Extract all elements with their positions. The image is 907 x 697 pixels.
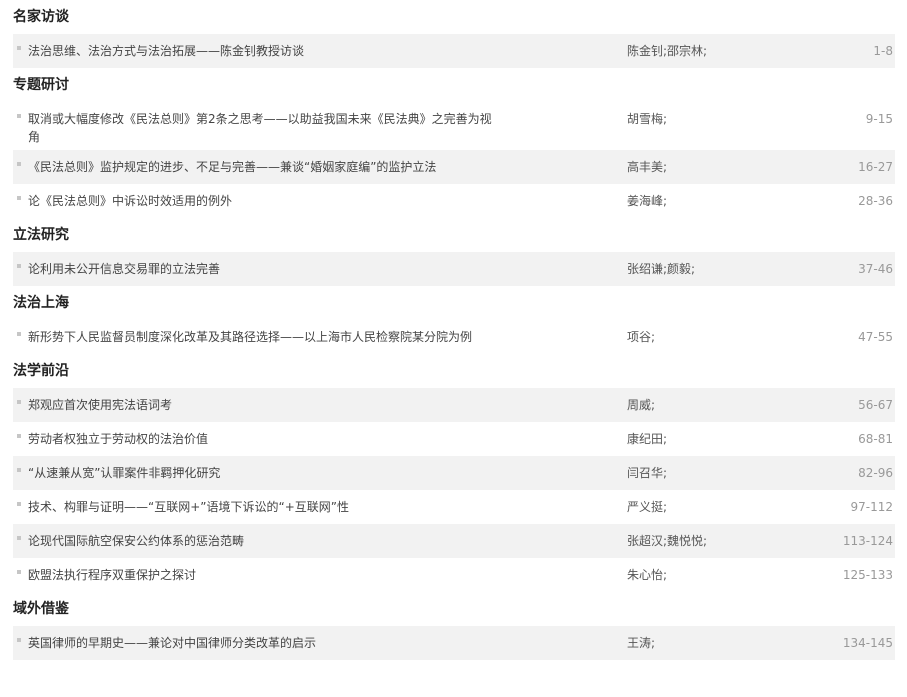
- article-row[interactable]: 论利用未公开信息交易罪的立法完善 张绍谦;颜毅; 37-46: [13, 252, 895, 286]
- article-authors[interactable]: 胡雪梅;: [627, 110, 667, 128]
- article-pages: 125-133: [842, 568, 893, 582]
- bullet-icon: [17, 46, 21, 50]
- article-authors[interactable]: 闫召华;: [627, 464, 667, 482]
- article-title-link[interactable]: 英国律师的早期史——兼论对中国律师分类改革的启示: [28, 634, 498, 652]
- article-authors[interactable]: 康纪田;: [627, 430, 667, 448]
- article-row[interactable]: 新形势下人民监督员制度深化改革及其路径选择——以上海市人民检察院某分院为例 项谷;…: [13, 320, 895, 354]
- article-row[interactable]: 《民法总则》监护规定的进步、不足与完善——兼谈“婚姻家庭编”的监护立法 高丰美; 1…: [13, 150, 895, 184]
- article-title-link[interactable]: “从速兼从宽”认罪案件非羁押化研究: [28, 464, 498, 482]
- article-title-link[interactable]: 技术、构罪与证明——“互联网+”语境下诉讼的“+互联网”性: [28, 498, 498, 516]
- bullet-icon: [17, 114, 21, 118]
- article-pages: 56-67: [858, 398, 893, 412]
- article-pages: 134-145: [842, 636, 893, 650]
- section-title: 域外借鉴: [13, 601, 69, 617]
- section-title: 法学前沿: [13, 363, 69, 379]
- article-row[interactable]: 欧盟法执行程序双重保护之探讨 朱心怡; 125-133: [13, 558, 895, 592]
- article-authors[interactable]: 张超汉;魏悦悦;: [627, 532, 707, 550]
- article-authors[interactable]: 朱心怡;: [627, 566, 667, 584]
- article-authors[interactable]: 姜海峰;: [627, 192, 667, 210]
- article-authors[interactable]: 高丰美;: [627, 158, 667, 176]
- bullet-icon: [17, 332, 21, 336]
- section-title: 专题研讨: [13, 77, 69, 93]
- article-pages: 113-124: [842, 534, 893, 548]
- article-pages: 97-112: [850, 500, 893, 514]
- section-title: 立法研究: [13, 227, 69, 243]
- article-pages: 47-55: [858, 330, 893, 344]
- article-row[interactable]: 论现代国际航空保安公约体系的惩治范畴 张超汉;魏悦悦; 113-124: [13, 524, 895, 558]
- article-row[interactable]: 劳动者权独立于劳动权的法治价值 康纪田; 68-81: [13, 422, 895, 456]
- article-row[interactable]: 技术、构罪与证明——“互联网+”语境下诉讼的“+互联网”性 严义挺; 97-112: [13, 490, 895, 524]
- bullet-icon: [17, 570, 21, 574]
- bullet-icon: [17, 264, 21, 268]
- article-pages: 82-96: [858, 466, 893, 480]
- article-authors[interactable]: 周威;: [627, 396, 655, 414]
- article-row[interactable]: 法治思维、法治方式与法治拓展——陈金钊教授访谈 陈金钊;邵宗林; 1-8: [13, 34, 895, 68]
- article-title-link[interactable]: 论利用未公开信息交易罪的立法完善: [28, 260, 498, 278]
- article-title-link[interactable]: 论《民法总则》中诉讼时效适用的例外: [28, 192, 498, 210]
- article-title-link[interactable]: 劳动者权独立于劳动权的法治价值: [28, 430, 498, 448]
- article-pages: 37-46: [858, 262, 893, 276]
- table-of-contents: 名家访谈法治思维、法治方式与法治拓展——陈金钊教授访谈 陈金钊;邵宗林; 1-8 专题…: [0, 0, 907, 660]
- article-pages: 28-36: [858, 194, 893, 208]
- article-title-link[interactable]: 《民法总则》监护规定的进步、不足与完善——兼谈“婚姻家庭编”的监护立法: [28, 158, 498, 176]
- bullet-icon: [17, 196, 21, 200]
- article-row[interactable]: “从速兼从宽”认罪案件非羁押化研究 闫召华; 82-96: [13, 456, 895, 490]
- article-title-link[interactable]: 法治思维、法治方式与法治拓展——陈金钊教授访谈: [28, 42, 498, 60]
- bullet-icon: [17, 162, 21, 166]
- article-pages: 1-8: [873, 44, 893, 58]
- section-title: 法治上海: [13, 295, 69, 311]
- article-title-link[interactable]: 郑观应首次使用宪法语词考: [28, 396, 498, 414]
- article-pages: 9-15: [865, 112, 893, 126]
- article-title-link[interactable]: 取消或大幅度修改《民法总则》第2条之思考——以助益我国未来《民法典》之完善为视角: [28, 110, 498, 146]
- article-title-link[interactable]: 欧盟法执行程序双重保护之探讨: [28, 566, 498, 584]
- bullet-icon: [17, 468, 21, 472]
- article-row[interactable]: 英国律师的早期史——兼论对中国律师分类改革的启示 王涛; 134-145: [13, 626, 895, 660]
- bullet-icon: [17, 536, 21, 540]
- article-row[interactable]: 取消或大幅度修改《民法总则》第2条之思考——以助益我国未来《民法典》之完善为视角…: [13, 102, 895, 150]
- article-authors[interactable]: 严义挺;: [627, 498, 667, 516]
- article-title-link[interactable]: 论现代国际航空保安公约体系的惩治范畴: [28, 532, 498, 550]
- article-authors[interactable]: 王涛;: [627, 634, 655, 652]
- article-row[interactable]: 郑观应首次使用宪法语词考 周威; 56-67: [13, 388, 895, 422]
- article-row[interactable]: 论《民法总则》中诉讼时效适用的例外 姜海峰; 28-36: [13, 184, 895, 218]
- article-pages: 68-81: [858, 432, 893, 446]
- bullet-icon: [17, 638, 21, 642]
- bullet-icon: [17, 434, 21, 438]
- article-pages: 16-27: [858, 160, 893, 174]
- bullet-icon: [17, 400, 21, 404]
- article-authors[interactable]: 陈金钊;邵宗林;: [627, 42, 707, 60]
- article-title-link[interactable]: 新形势下人民监督员制度深化改革及其路径选择——以上海市人民检察院某分院为例: [28, 328, 498, 346]
- article-authors[interactable]: 张绍谦;颜毅;: [627, 260, 695, 278]
- bullet-icon: [17, 502, 21, 506]
- section-title: 名家访谈: [13, 9, 69, 25]
- article-authors[interactable]: 项谷;: [627, 328, 655, 346]
